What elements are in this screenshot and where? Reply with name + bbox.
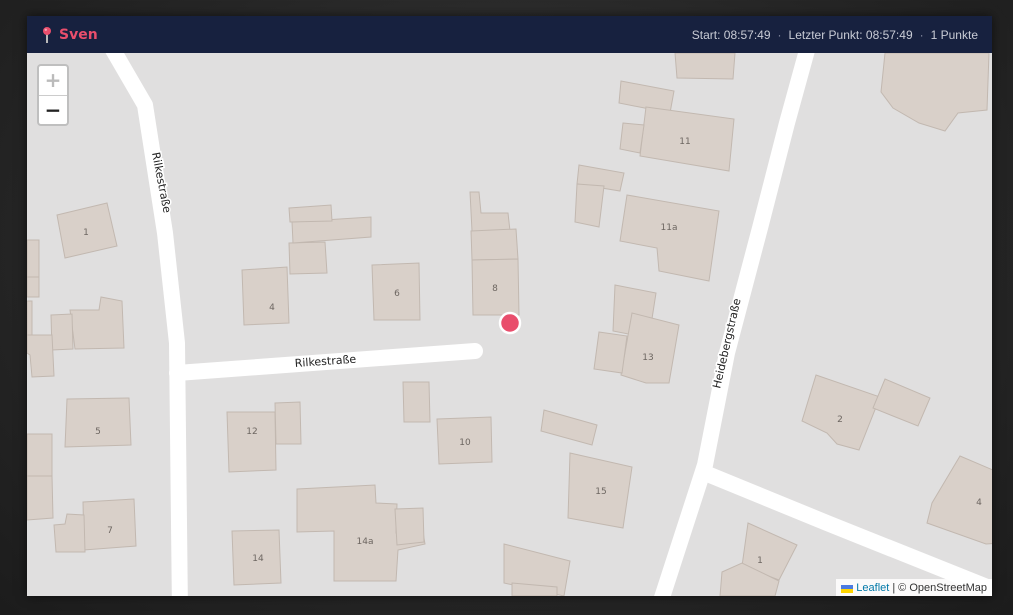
house-number: 7 — [107, 526, 113, 536]
house-number: 12 — [246, 427, 257, 437]
map-pin-icon — [41, 26, 53, 44]
house-number: 14a — [357, 537, 374, 547]
ukraine-flag-icon — [841, 584, 854, 593]
house-number: 4 — [269, 303, 275, 313]
house-number: 15 — [595, 487, 606, 497]
map-canvas[interactable]: Rilkestraße Rilkestraße Heidebergstraße … — [27, 53, 992, 596]
osm-credit: © OpenStreetMap — [898, 582, 987, 594]
house-number: 11a — [661, 223, 678, 233]
house-number: 4 — [976, 498, 982, 508]
house-number: 6 — [394, 289, 400, 299]
location-marker[interactable] — [498, 311, 522, 335]
start-time: 08:57:49 — [723, 27, 771, 42]
brand: Sven — [41, 26, 98, 44]
tracking-header: Sven Start: 08:57:49 · Letzter Punkt: 08… — [27, 16, 992, 53]
house-number: 11 — [679, 137, 690, 147]
house-number: 2 — [837, 415, 843, 425]
map-window: Sven Start: 08:57:49 · Letzter Punkt: 08… — [27, 16, 992, 596]
house-number: 8 — [492, 284, 498, 294]
zoom-out-button[interactable]: − — [39, 96, 67, 124]
house-number: 14 — [252, 554, 264, 564]
last-point-time: 08:57:49 — [865, 27, 913, 42]
tracker-name: Sven — [59, 26, 98, 43]
start-label: Start: — [691, 27, 721, 42]
separator: · — [777, 27, 782, 42]
separator: · — [919, 27, 924, 42]
house-number: 10 — [459, 438, 471, 448]
zoom-in-button[interactable]: + — [39, 66, 67, 96]
last-point-label: Letzter Punkt: — [788, 27, 863, 42]
zoom-control: + − — [37, 64, 69, 126]
track-stats: Start: 08:57:49 · Letzter Punkt: 08:57:4… — [692, 28, 978, 42]
leaflet-link[interactable]: Leaflet — [856, 582, 889, 594]
house-number: 1 — [83, 228, 89, 238]
house-number: 13 — [642, 353, 653, 363]
attribution-separator: | — [892, 582, 896, 594]
point-count: 1 Punkte — [930, 27, 978, 42]
house-number: 5 — [95, 427, 101, 437]
house-number: 1 — [757, 556, 763, 566]
map-attribution: Leaflet | © OpenStreetMap — [836, 579, 992, 596]
